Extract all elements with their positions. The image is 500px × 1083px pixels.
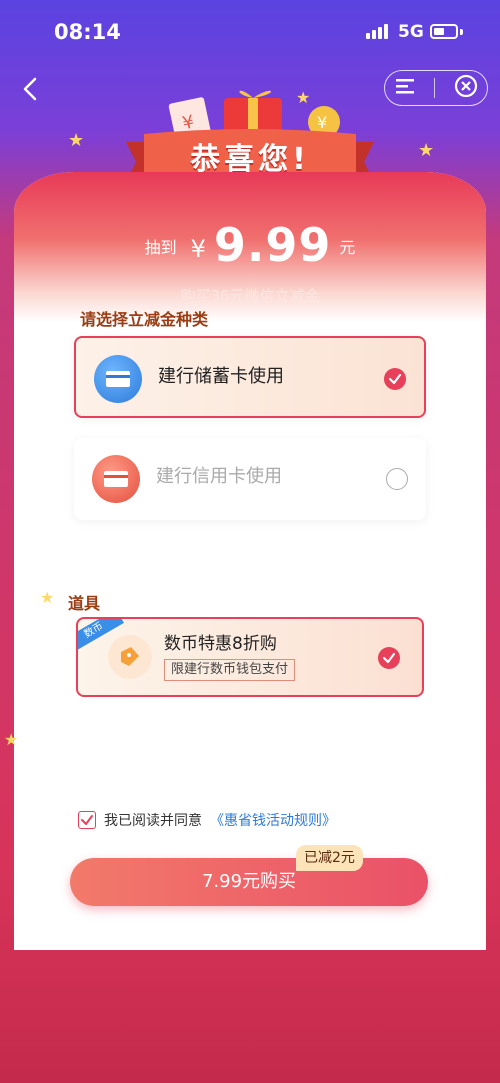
unchecked-icon [386, 468, 408, 490]
star-icon: ★ [40, 588, 55, 607]
agreement-row: 我已阅读并同意 《惠省钱活动规则》 [78, 810, 336, 830]
star-icon: ★ [4, 730, 19, 749]
menu-button[interactable] [394, 77, 416, 99]
option-label: 建行信用卡使用 [156, 466, 282, 487]
checked-icon [378, 647, 400, 669]
credit-card-icon [92, 455, 140, 503]
coupon-title: 数币特惠8折购 [164, 634, 277, 654]
prize-subtitle: 购买36元微信立减金 [180, 287, 320, 305]
main-card: 抽到 ¥9.99 元 购买36元微信立减金 请选择立减金种类 建行储蓄卡使用 建行信… [14, 172, 486, 950]
battery-icon [430, 24, 458, 39]
checked-icon [384, 368, 406, 390]
section-title-type: 请选择立减金种类 [80, 310, 209, 329]
coupon-icon [108, 635, 152, 679]
section-title-props: 道具 [68, 594, 101, 613]
capsule-divider [434, 78, 436, 98]
option-debit-card[interactable]: 建行储蓄卡使用 [74, 336, 426, 418]
option-credit-card[interactable]: 建行信用卡使用 [74, 438, 426, 520]
agreement-checkbox[interactable] [78, 811, 96, 829]
buy-button[interactable]: 7.99元购买 [70, 858, 428, 906]
prize-amount-row: 抽到 ¥9.99 元 [14, 218, 486, 272]
status-bar: 08:14 5G [0, 0, 500, 62]
rules-link[interactable]: 《惠省钱活动规则》 [210, 810, 336, 830]
menu-icon [396, 79, 415, 94]
back-icon [23, 77, 37, 101]
prize-currency: ¥ [190, 235, 206, 263]
prize-amount: 9.99 [213, 218, 332, 272]
bank-card-icon [94, 355, 142, 403]
close-button[interactable] [454, 74, 478, 102]
agreement-text: 我已阅读并同意 [104, 813, 202, 829]
battery-cap [460, 29, 463, 35]
mini-program-capsule [384, 70, 488, 106]
prize-prefix: 抽到 [144, 238, 177, 257]
star-icon: ★ [418, 140, 435, 161]
signal-icon [366, 24, 388, 39]
network-type: 5G [398, 22, 424, 42]
discount-badge: 已减2元 [296, 845, 363, 871]
close-circle-icon [454, 74, 477, 98]
prize-unit: 元 [339, 238, 356, 257]
status-time: 08:14 [54, 20, 121, 44]
star-icon: ★ [68, 130, 85, 151]
option-label: 建行储蓄卡使用 [158, 366, 284, 387]
back-button[interactable] [16, 74, 46, 104]
coupon-subtitle: 限建行数币钱包支付 [164, 659, 296, 681]
coupon-card[interactable]: 数币 数币特惠8折购 限建行数币钱包支付 [76, 617, 424, 697]
